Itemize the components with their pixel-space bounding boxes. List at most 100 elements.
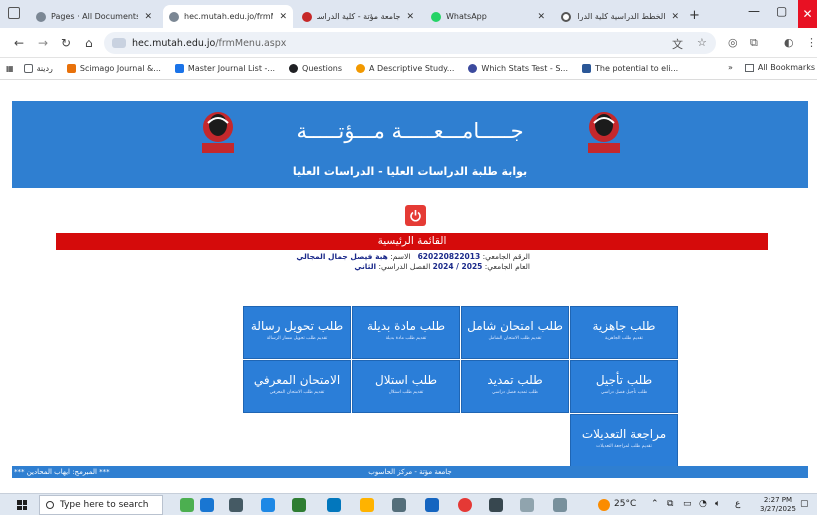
reload-icon[interactable]: ↻ [61, 36, 71, 50]
tab-graduate-college[interactable]: جامعة مؤتة - كلية الدراسات العليا ✕ [296, 5, 420, 28]
tile-title: طلب جاهزية [592, 319, 656, 333]
bookmark-item[interactable]: The potential to eli... [582, 64, 678, 73]
bookmark-item[interactable]: Scimago Journal &... [66, 64, 161, 73]
bookmark-item[interactable]: Which Stats Test - S... [468, 64, 568, 73]
windows-start-icon[interactable] [17, 500, 27, 510]
semester: الثاني [354, 262, 377, 271]
tile-subtitle: تقديم طلب الامتحان الشامل [488, 336, 542, 341]
clock-date: 3/27/2025 [760, 505, 796, 513]
url-host: hec.mutah.edu.jo [132, 37, 216, 49]
bookmarks-overflow[interactable]: » All Bookmarks [728, 63, 815, 72]
url-path: /frmMenu.aspx [215, 37, 287, 49]
clock-time: 2:27 PM [763, 496, 793, 504]
bookmark-label: Questions [302, 64, 342, 73]
minimize-icon[interactable]: — [748, 4, 760, 18]
bookmark-star-icon[interactable]: ☆ [697, 36, 707, 49]
whatsapp-icon [431, 11, 441, 22]
weather-icon[interactable] [598, 499, 610, 511]
forward-icon[interactable]: → [38, 36, 48, 50]
tab-pages[interactable]: Pages · All Documents ✕ [30, 5, 158, 28]
tile-readiness-request[interactable]: طلب جاهزية تقديم طلب الجاهزية [570, 306, 678, 359]
tray-network-icon[interactable]: ⧉ [667, 499, 673, 509]
tab-title: جامعة مؤتة - كلية الدراسات العليا [317, 12, 401, 21]
tile-postponement-request[interactable]: طلب تأجيل طلب تأجيل فصل دراسي [570, 360, 678, 413]
file-explorer-icon[interactable] [360, 498, 374, 512]
tile-title: طلب مادة بديلة [366, 319, 446, 333]
calculator-icon[interactable] [392, 498, 406, 512]
notifications-icon[interactable]: ▢ [800, 499, 809, 509]
student-info-line1: الرقم الجامعي: 620220822013 الاسم: هبة ف… [180, 252, 530, 261]
tab-close-icon[interactable]: ✕ [144, 12, 152, 22]
logout-power-button[interactable] [405, 205, 426, 226]
address-bar[interactable]: hec.mutah.edu.jo /frmMenu.aspx [104, 32, 716, 54]
tab-close-icon[interactable]: ✕ [537, 12, 545, 22]
task-view-icon[interactable] [229, 498, 243, 512]
tray-battery-icon[interactable]: ▭ [683, 499, 692, 509]
tab-close-icon[interactable]: ✕ [671, 12, 679, 22]
close-window-button[interactable]: ✕ [798, 0, 817, 28]
tile-substitute-course-request[interactable]: طلب مادة بديلة تقديم طلب مادة بديلة [352, 306, 460, 359]
google-icon [561, 11, 571, 22]
media-player-icon[interactable] [489, 498, 503, 512]
bookmark-item[interactable]: A Descriptive Study... [356, 64, 454, 73]
tile-plagiarism-check-request[interactable]: طلب استلال تقديم طلب استلال [352, 360, 460, 413]
tile-comprehensive-exam-request[interactable]: طلب امتحان شامل تقديم طلب الامتحان الشام… [461, 306, 569, 359]
power-icon [410, 210, 421, 222]
tile-extension-request[interactable]: طلب تمديد طلب تمديد فصل دراسي [461, 360, 569, 413]
pen-icon[interactable] [553, 498, 567, 512]
bookmark-item[interactable]: Questions [289, 64, 342, 73]
main-menu-title: القائمة الرئيسية [56, 233, 768, 250]
tile-subtitle: تقديم طلب تحويل مسار الرسالة [266, 336, 328, 341]
university-banner: جـــــامـــعـــــة مـــؤتـــــة بوابة طل… [12, 101, 808, 188]
maximize-icon[interactable]: ▢ [776, 4, 787, 18]
bookmark-label: The potential to eli... [595, 64, 679, 73]
tab-whatsapp[interactable]: WhatsApp ✕ [425, 5, 551, 28]
profile-avatar-icon[interactable]: ◐ [784, 36, 794, 49]
tray-wifi-icon[interactable]: ◔ [699, 499, 707, 509]
taskbar-search-box[interactable]: Type here to search [39, 495, 163, 515]
site-info-icon[interactable] [112, 38, 126, 48]
app-icon[interactable] [520, 498, 534, 512]
clarivate-icon [174, 64, 184, 73]
stats-icon [468, 64, 478, 73]
new-tab-button[interactable]: + [689, 8, 700, 23]
mail-icon[interactable] [327, 498, 341, 512]
apps-grid-icon[interactable]: ▦ [6, 64, 14, 73]
tab-study-plans[interactable]: الخطط الدراسية كلية الدرا ✕ [555, 5, 685, 28]
store-icon[interactable] [292, 498, 306, 512]
edge-icon[interactable] [261, 498, 275, 512]
tab-title: hec.mutah.edu.jo/frmMe [184, 12, 274, 21]
all-bookmarks-label: All Bookmarks [757, 63, 815, 72]
tray-chevron-icon[interactable]: ⌃ [651, 499, 659, 509]
tab-close-icon[interactable]: ✕ [279, 12, 287, 22]
menu-icon[interactable]: ⋮ [806, 36, 817, 49]
tile-thesis-transfer-request[interactable]: طلب تحويل رسالة تقديم طلب تحويل مسار الر… [243, 306, 351, 359]
chrome-icon[interactable] [458, 498, 472, 512]
tile-review-amendments[interactable]: مراجعة التعديلات تقديم طلب لمراجعة التعد… [570, 414, 678, 467]
tile-subtitle: تقديم طلب الامتحان المعرفي [269, 390, 325, 395]
tray-volume-icon[interactable]: 🔈︎ [715, 499, 720, 509]
tab-favicon [169, 11, 179, 22]
extension-icon[interactable]: ◎ [728, 36, 738, 49]
tray-language-icon[interactable]: ع [735, 499, 740, 509]
back-icon[interactable]: ← [14, 36, 24, 50]
tile-subtitle: تقديم طلب الجاهزية [605, 336, 643, 341]
page-footer: *** المبرمج: ايهاب المحادين *** جامعة مؤ… [12, 466, 808, 478]
word-icon[interactable] [425, 498, 439, 512]
tile-title: طلب امتحان شامل [467, 319, 563, 333]
translate-icon[interactable]: 文 [672, 36, 683, 52]
taskbar-clock[interactable]: 2:27 PM 3/27/2025 [760, 496, 796, 514]
extensions-puzzle-icon[interactable]: ⧉ [750, 36, 758, 50]
home-icon[interactable]: ⌂ [85, 36, 93, 50]
tab-search-icon[interactable] [8, 7, 20, 19]
bookmark-folder[interactable]: ردينة [23, 64, 53, 73]
more-bookmarks-icon[interactable]: » [728, 63, 733, 72]
tab-title: WhatsApp [446, 12, 487, 21]
tile-knowledge-exam[interactable]: الامتحان المعرفي تقديم طلب الامتحان المع… [243, 360, 351, 413]
copilot-icon[interactable] [200, 498, 214, 512]
tab-frmmenu[interactable]: hec.mutah.edu.jo/frmMe ✕ [163, 5, 293, 28]
widgets-icon[interactable] [180, 498, 194, 512]
tab-close-icon[interactable]: ✕ [406, 12, 414, 22]
weather-temperature[interactable]: 25°C [614, 499, 636, 509]
bookmark-item[interactable]: Master Journal List -... [174, 64, 275, 73]
